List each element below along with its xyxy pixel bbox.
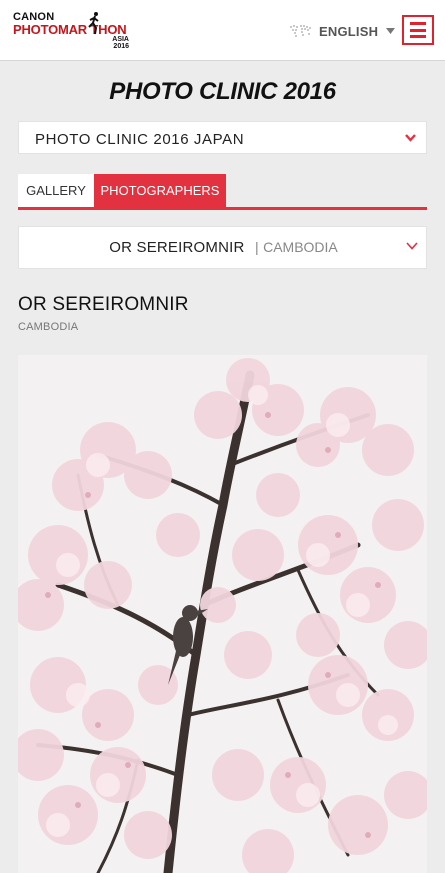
canon-photomarathon-logo[interactable]: CANON PHOTOMAR THON ASIA 2016 (13, 11, 131, 53)
world-map-icon (290, 25, 311, 37)
cherry-blossom-bird-photo (18, 355, 427, 873)
page-title: PHOTO CLINIC 2016 (109, 78, 336, 105)
photographer-select-country: CAMBODIA (263, 239, 338, 255)
menu-button[interactable] (402, 15, 434, 45)
gallery-photo[interactable] (18, 355, 427, 873)
photographer-select[interactable]: OR SEREIROMNIR | CAMBODIA (18, 226, 427, 269)
language-label: ENGLISH (319, 23, 379, 39)
tab-bar: GALLERY PHOTOGRAPHERS (18, 174, 427, 210)
chevron-down-icon (405, 134, 416, 142)
photographer-select-name: OR SEREIROMNIR (109, 239, 245, 256)
logo-line-asia: ASIA (112, 36, 129, 43)
photographer-name: OR SEREIROMNIR (18, 294, 189, 315)
event-select-value: PHOTO CLINIC 2016 JAPAN (35, 131, 245, 148)
site-header: CANON PHOTOMAR THON ASIA 2016 ENGLISH (0, 0, 445, 61)
chevron-down-icon (406, 242, 418, 250)
tab-gallery[interactable]: GALLERY (18, 174, 94, 207)
logo-line-year: 2016 (113, 43, 129, 50)
separator: | (254, 239, 259, 255)
logo-line-photomarathon: PHOTOMAR THON (13, 22, 127, 37)
caret-down-icon (386, 28, 396, 34)
language-selector[interactable]: ENGLISH (289, 22, 396, 40)
runner-icon (88, 12, 99, 35)
hamburger-menu-icon (410, 22, 426, 25)
tab-photographers[interactable]: PHOTOGRAPHERS (94, 174, 226, 207)
photographer-country: CAMBODIA (18, 321, 79, 333)
event-select[interactable]: PHOTO CLINIC 2016 JAPAN (18, 121, 427, 154)
